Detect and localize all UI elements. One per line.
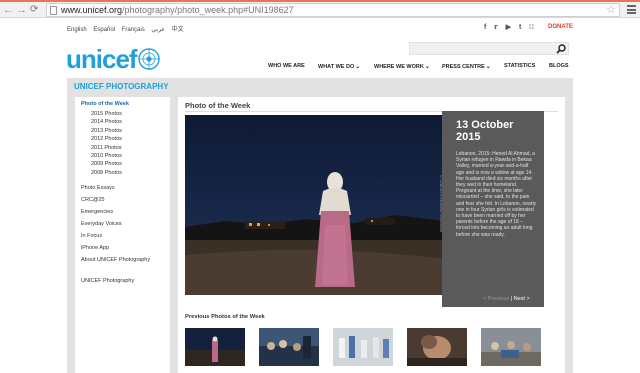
sidebar-year-link[interactable]: 2010 Photos <box>81 152 170 160</box>
page-title: Photo of the Week <box>185 101 251 110</box>
caption-panel: 13 October 2015 Lebanon, 2015: Hened Al … <box>442 111 544 307</box>
thumbnail[interactable] <box>407 328 467 366</box>
nav-label: WHERE WE WORK <box>374 64 424 70</box>
language-link[interactable]: Español <box>93 27 115 33</box>
language-link[interactable]: عربي <box>151 27 165 33</box>
main-content: Photo of the Week © UNICEF/UNI198627/Rom… <box>178 97 565 373</box>
facebook-icon[interactable]: f <box>484 24 486 31</box>
language-link[interactable]: English <box>67 27 87 33</box>
sidebar-item-crc25[interactable]: CRC@25 <box>81 197 170 204</box>
photo-pager: < Previous | Next > <box>483 296 530 302</box>
nav-press-centre[interactable]: PRESS CENTRE⌄ <box>442 63 491 70</box>
search-icon[interactable] <box>556 44 566 54</box>
browser-menu-icon[interactable] <box>627 5 636 16</box>
sidebar-item-about[interactable]: About UNICEF Photography <box>81 257 170 264</box>
back-arrow-icon[interactable]: ← <box>3 3 14 17</box>
photo-caption: Lebanon, 2015: Hened Al Ahmad, a Syrian … <box>456 151 537 238</box>
sidebar-item-emergencies[interactable]: Emergencies <box>81 209 170 216</box>
sidebar-item-unicef-photography[interactable]: UNICEF Photography <box>81 278 170 285</box>
bookmark-star-icon[interactable]: ☆ <box>606 3 616 16</box>
rss-icon[interactable]: ∷ <box>529 24 533 31</box>
sidebar-year-link[interactable]: 2008 Photos <box>81 169 170 177</box>
social-links: f 𝕣 ▶ t ∷ <box>484 23 540 31</box>
unicef-emblem-icon <box>137 48 160 70</box>
sidebar-item-everyday-voices[interactable]: Everyday Voices <box>81 221 170 228</box>
url-host: www.unicef.org <box>61 5 123 15</box>
sidebar-year-link[interactable]: 2015 Photos <box>81 110 170 118</box>
youtube-icon[interactable]: ▶ <box>506 24 511 31</box>
address-url: www.unicef.org/photography/photo_week.ph… <box>61 4 294 16</box>
twitter-icon[interactable]: 𝕣 <box>494 24 497 31</box>
thumbnail[interactable] <box>259 328 319 366</box>
sidebar: Photo of the Week 2015 Photos 2014 Photo… <box>75 97 170 373</box>
sidebar-year-link[interactable]: 2011 Photos <box>81 144 170 152</box>
language-switcher: English Español Français عربي 中文 <box>67 24 189 33</box>
nav-what-we-do[interactable]: WHAT WE DO⌄ <box>318 63 360 70</box>
nav-blogs[interactable]: BLOGS <box>549 63 569 69</box>
nav-who-we-are[interactable]: WHO WE ARE <box>268 63 305 69</box>
chevron-down-icon: ⌄ <box>355 64 361 70</box>
sidebar-year-link[interactable]: 2009 Photos <box>81 160 170 168</box>
thumbnail[interactable] <box>185 328 245 366</box>
site-search-input[interactable] <box>409 42 569 55</box>
donate-link[interactable]: DONATE <box>548 24 573 30</box>
nav-statistics[interactable]: STATISTICS <box>504 63 535 69</box>
language-link[interactable]: Français <box>122 27 145 33</box>
url-path: /photography/photo_week.php#UNI198627 <box>122 5 294 15</box>
page-icon <box>50 6 57 15</box>
sidebar-year-link[interactable]: 2013 Photos <box>81 127 170 135</box>
nav-label: BLOGS <box>549 63 569 69</box>
nav-label: WHAT WE DO <box>318 64 355 70</box>
nav-where-we-work[interactable]: WHERE WE WORK⌄ <box>374 63 430 70</box>
featured-photo[interactable]: © UNICEF/UNI198627/Romenzi <box>185 115 445 295</box>
section-title[interactable]: UNICEF PHOTOGRAPHY <box>74 82 169 91</box>
forward-arrow-icon[interactable]: → <box>16 3 27 17</box>
thumbnail[interactable] <box>481 328 541 366</box>
reload-icon[interactable]: ⟳ <box>30 3 38 17</box>
sidebar-year-link[interactable]: 2012 Photos <box>81 135 170 143</box>
sidebar-item-iphone-app[interactable]: iPhone App <box>81 245 170 252</box>
photo-date: 13 October 2015 <box>456 119 514 143</box>
tumblr-icon[interactable]: t <box>519 24 521 31</box>
chevron-down-icon: ⌄ <box>485 64 491 70</box>
sidebar-item-photo-essays[interactable]: Photo Essays <box>81 185 170 192</box>
logo-text: unicef <box>66 44 138 74</box>
sidebar-item-photo-of-the-week[interactable]: Photo of the Week <box>81 101 170 108</box>
nav-label: WHO WE ARE <box>268 63 305 69</box>
previous-link[interactable]: < Previous <box>483 296 509 302</box>
nav-label: STATISTICS <box>504 63 536 69</box>
language-link[interactable]: 中文 <box>172 27 184 33</box>
address-bar[interactable]: www.unicef.org/photography/photo_week.ph… <box>46 3 620 17</box>
pager-separator: | <box>510 296 513 302</box>
unicef-logo[interactable]: unicef <box>66 45 160 73</box>
sidebar-year-link[interactable]: 2014 Photos <box>81 118 170 126</box>
thumbnail[interactable] <box>333 328 393 366</box>
chevron-down-icon: ⌄ <box>424 64 430 70</box>
nav-label: PRESS CENTRE <box>442 64 485 70</box>
previous-photos-title: Previous Photos of the Week <box>185 314 265 320</box>
next-link[interactable]: Next > <box>514 296 530 302</box>
sidebar-item-in-focus[interactable]: In Focus <box>81 233 170 240</box>
browser-toolbar: ← → ⟳ www.unicef.org/photography/photo_w… <box>0 0 640 18</box>
